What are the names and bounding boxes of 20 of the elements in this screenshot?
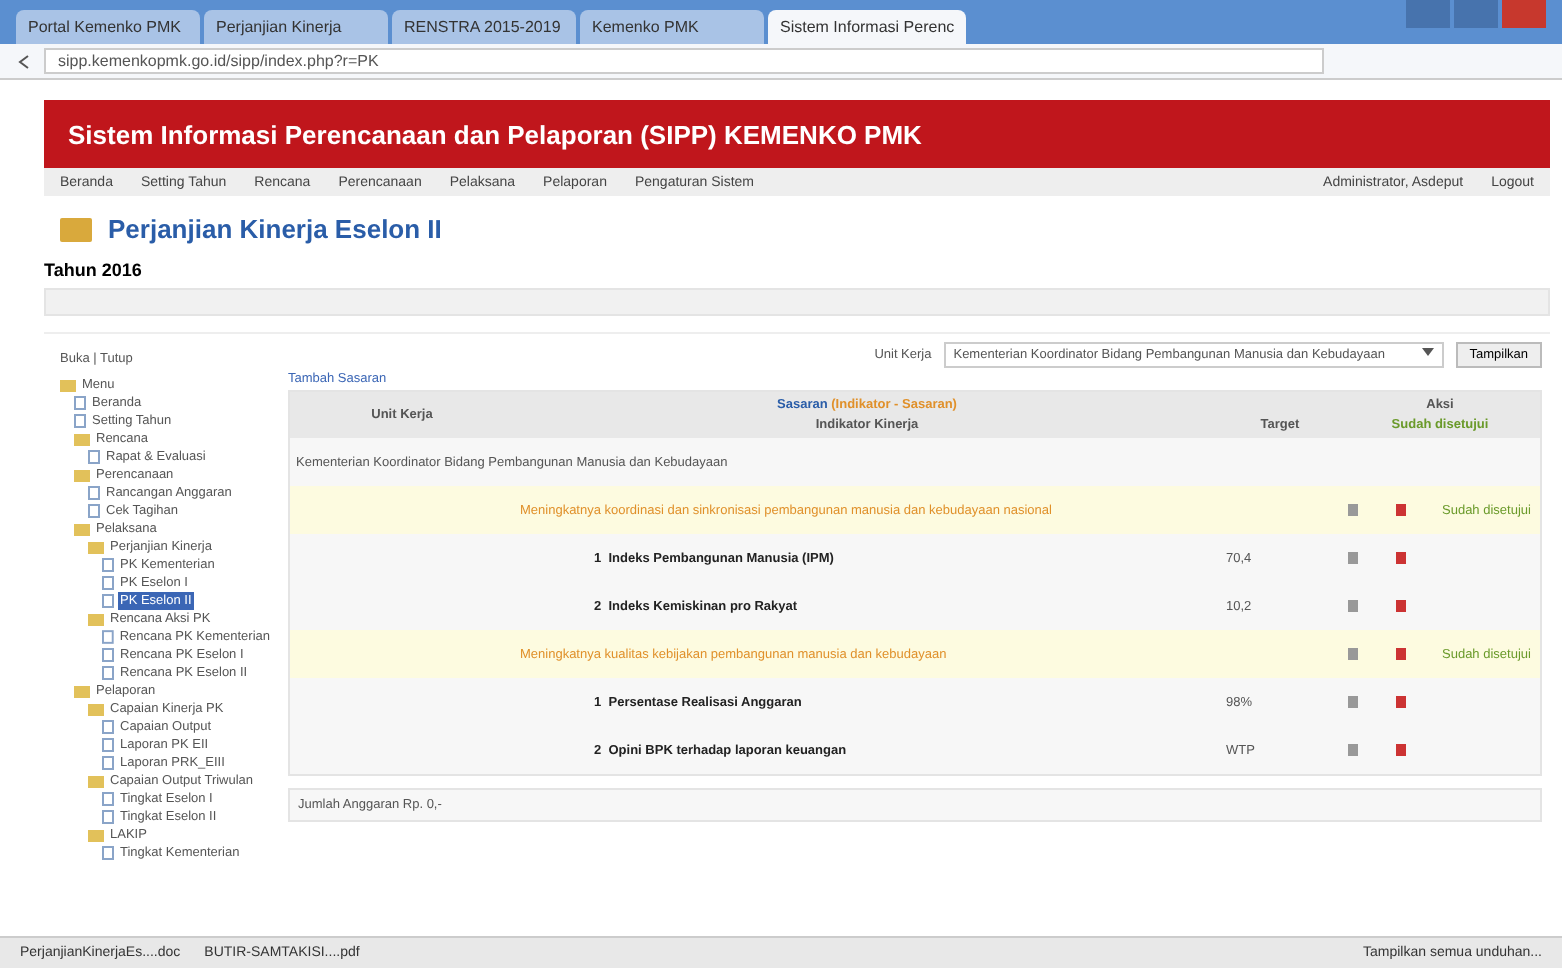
site-header: Sistem Informasi Perencanaan dan Pelaporan (SIPP) KEMENKO PMK (44, 100, 1550, 168)
folder-icon (60, 378, 76, 392)
back-icon[interactable] (16, 53, 32, 69)
document-icon (88, 450, 100, 464)
browser-tab[interactable]: Perjanjian Kinerja (204, 10, 388, 44)
folder-icon (74, 468, 90, 482)
caret-icon (1421, 348, 1434, 356)
browser-tab[interactable]: Kemenko PMK (580, 10, 764, 44)
address-field[interactable]: sipp.kemenkopmk.go.id/sipp/index.php?r=PK (44, 48, 1324, 74)
folder-icon (74, 432, 90, 446)
year-label: Tahun 2016 (44, 258, 144, 284)
folder-icon (88, 774, 104, 788)
browser-tab[interactable]: Sistem Informasi Perenc (768, 10, 967, 44)
browser-tab[interactable]: RENSTRA 2015-2019 (392, 10, 576, 44)
folder-icon (60, 212, 92, 244)
folder-icon (88, 612, 104, 626)
page-title: Perjanjian Kinerja Eselon II (108, 213, 442, 243)
browser-tab[interactable]: Portal Kemenko PMK (16, 10, 200, 44)
document-icon (102, 846, 114, 860)
folder-icon (88, 828, 104, 842)
